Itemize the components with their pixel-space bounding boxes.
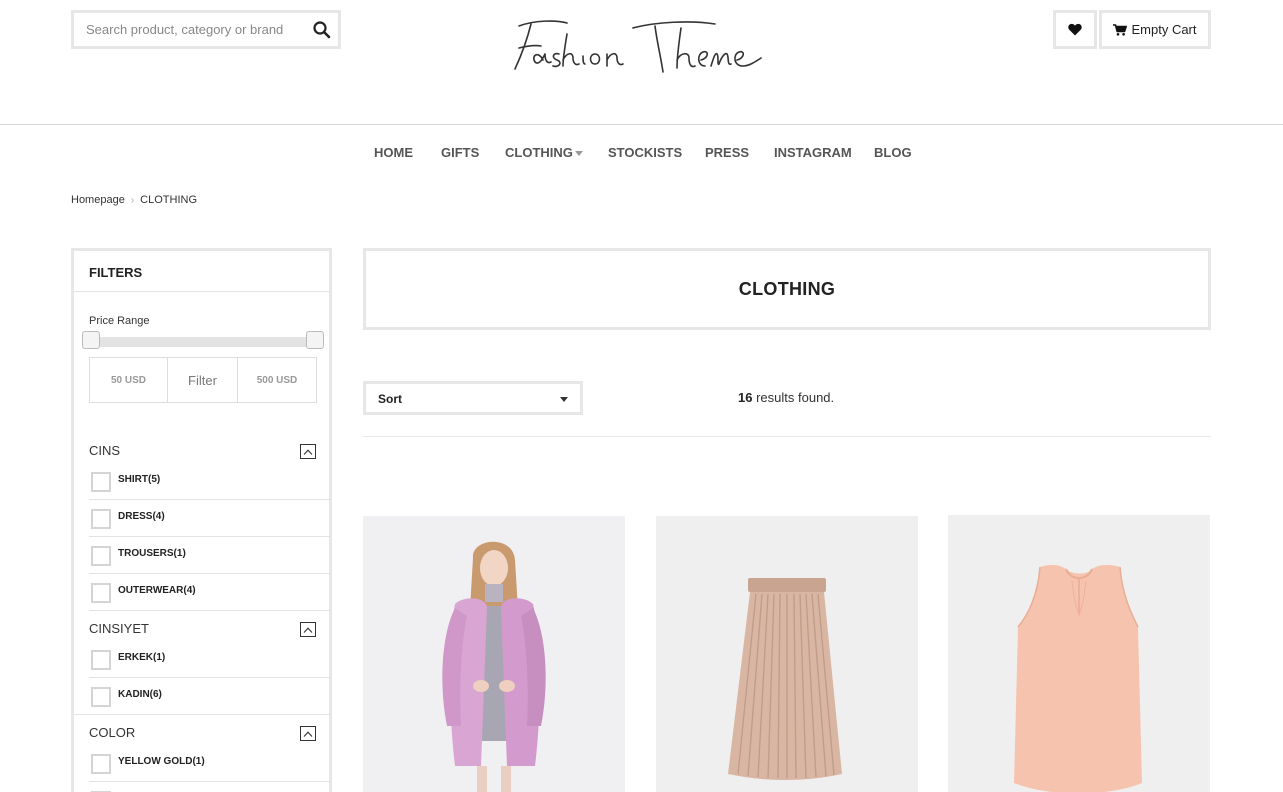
nav-item-stockists[interactable]: STOCKISTS <box>608 145 682 160</box>
checkbox[interactable] <box>91 583 111 603</box>
price-range-label: Price Range <box>89 315 150 327</box>
sort-label: Sort <box>378 392 402 406</box>
cart-icon <box>1113 23 1128 36</box>
filter-option-label: ERKEK(1) <box>118 652 166 663</box>
filter-option-label: TROUSERS(1) <box>118 548 186 559</box>
filter-option-erkek[interactable]: ERKEK(1) <box>89 641 332 678</box>
filter-group-color-title[interactable]: COLOR <box>89 725 135 740</box>
main-nav: HOME GIFTS CLOTHING STOCKISTS PRESS INST… <box>0 145 1283 163</box>
nav-item-instagram[interactable]: INSTAGRAM <box>774 145 852 160</box>
filter-option-label: SHIRT(5) <box>118 474 161 485</box>
filter-option-next[interactable] <box>89 782 332 792</box>
filter-option-dress[interactable]: DRESS(4) <box>89 500 332 537</box>
product-card[interactable] <box>948 515 1210 792</box>
filters-title: FILTERS <box>89 265 143 280</box>
chevron-up-icon[interactable] <box>300 726 316 741</box>
results-number: 16 <box>738 390 753 405</box>
checkbox[interactable] <box>91 546 111 566</box>
filter-option-label: OUTERWEAR(4) <box>118 585 196 596</box>
checkbox[interactable] <box>91 472 111 492</box>
sort-select[interactable]: Sort <box>363 381 583 415</box>
nav-item-blog[interactable]: BLOG <box>874 145 912 160</box>
filters-panel: FILTERS Price Range 50 USD Filter 500 US… <box>71 248 332 792</box>
category-title-box: CLOTHING <box>363 248 1211 330</box>
main-divider <box>363 436 1211 437</box>
logo[interactable] <box>505 14 777 80</box>
breadcrumb-home-link[interactable]: Homepage <box>71 194 125 206</box>
header-divider <box>0 124 1283 125</box>
filter-option-kadin[interactable]: KADIN(6) <box>89 678 332 715</box>
breadcrumb: Homepage › CLOTHING <box>71 194 197 206</box>
chevron-up-icon[interactable] <box>300 622 316 637</box>
filter-option-outerwear[interactable]: OUTERWEAR(4) <box>89 574 332 611</box>
filter-group-cins-title[interactable]: CINS <box>89 443 120 458</box>
price-slider-track[interactable] <box>89 337 319 347</box>
nav-item-home[interactable]: HOME <box>374 145 413 160</box>
price-range-inputs: 50 USD Filter 500 USD <box>89 357 317 403</box>
heart-icon <box>1068 23 1082 36</box>
filter-option-shirt[interactable]: SHIRT(5) <box>89 463 332 500</box>
search-input[interactable] <box>86 13 296 46</box>
search-icon[interactable] <box>312 20 332 40</box>
product-image-pink-coat <box>363 516 625 792</box>
cart-button[interactable]: Empty Cart <box>1099 10 1211 49</box>
nav-item-gifts[interactable]: GIFTS <box>441 145 479 160</box>
nav-item-press[interactable]: PRESS <box>705 145 749 160</box>
results-text: results found. <box>756 390 835 405</box>
filters-divider <box>74 291 329 292</box>
filter-option-trousers[interactable]: TROUSERS(1) <box>89 537 332 574</box>
section-divider <box>74 714 329 715</box>
checkbox[interactable] <box>91 650 111 670</box>
product-card[interactable] <box>363 516 625 792</box>
price-slider-max-handle[interactable] <box>306 331 324 349</box>
product-image-pleated-skirt <box>656 516 918 792</box>
results-count: 16 results found. <box>738 390 834 405</box>
nav-item-clothing[interactable]: CLOTHING <box>505 145 573 160</box>
product-card[interactable] <box>656 516 918 792</box>
wishlist-button[interactable] <box>1053 10 1097 49</box>
page-title: CLOTHING <box>738 278 836 299</box>
price-filter-button[interactable]: Filter <box>168 358 238 402</box>
chevron-down-icon[interactable] <box>575 151 583 156</box>
price-min-value[interactable]: 50 USD <box>90 358 168 402</box>
filter-option-label: YELLOW GOLD(1) <box>118 756 205 767</box>
filter-option-label: DRESS(4) <box>118 511 165 522</box>
price-slider-min-handle[interactable] <box>82 331 100 349</box>
checkbox[interactable] <box>91 687 111 707</box>
product-image-peach-top <box>948 515 1210 792</box>
checkbox[interactable] <box>91 754 111 774</box>
checkbox[interactable] <box>91 509 111 529</box>
cart-label: Empty Cart <box>1131 22 1197 37</box>
filter-option-label: KADIN(6) <box>118 689 162 700</box>
chevron-down-icon <box>560 397 568 402</box>
filter-option-yellow-gold[interactable]: YELLOW GOLD(1) <box>89 745 332 782</box>
breadcrumb-current: CLOTHING <box>140 194 198 206</box>
search-box <box>71 10 341 49</box>
filter-group-cinsiyet-title[interactable]: CINSIYET <box>89 621 149 636</box>
price-max-value[interactable]: 500 USD <box>238 358 316 402</box>
chevron-right-icon: › <box>130 194 135 206</box>
chevron-up-icon[interactable] <box>300 444 316 459</box>
